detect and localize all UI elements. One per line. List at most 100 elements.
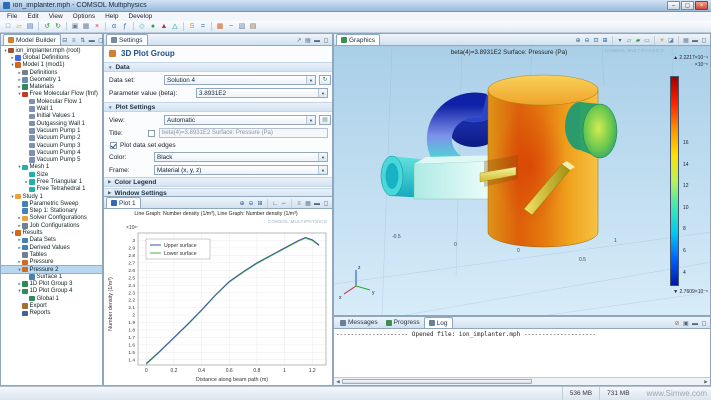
- close-button[interactable]: ×: [695, 1, 708, 10]
- tree-node-vacuum-pump-2[interactable]: Vacuum Pump 2: [1, 135, 102, 142]
- scroll-left-icon[interactable]: ◀: [334, 378, 342, 385]
- tree-node-ion-implanter-mph-root[interactable]: ▾ion_implanter.mph (root): [1, 47, 102, 54]
- tree-node-vacuum-pump-3[interactable]: Vacuum Pump 3: [1, 142, 102, 149]
- panel-maximize-icon[interactable]: ◻: [700, 320, 708, 328]
- undo-icon[interactable]: ↺: [42, 22, 52, 32]
- zoom-out-icon[interactable]: ⊖: [583, 37, 591, 45]
- line-chart[interactable]: 00.20.40.60.811.21.41.51.61.71.81.922.12…: [104, 209, 333, 387]
- show-name-and-tag-icon[interactable]: ≡: [70, 37, 78, 45]
- scrollbar-track[interactable]: [342, 378, 702, 386]
- log-horizontal-scrollbar[interactable]: ◀ ▶: [334, 377, 710, 385]
- section-header-color-legend[interactable]: ▶ Color Legend: [104, 177, 332, 187]
- zoom-in-icon[interactable]: ⊕: [238, 200, 246, 208]
- tree-node-1d-plot-group-3[interactable]: ▸1D Plot Group 3: [1, 281, 102, 288]
- color-select[interactable]: Black ▼: [154, 152, 328, 162]
- title-checkbox[interactable]: [148, 130, 155, 137]
- menu-view[interactable]: View: [44, 13, 68, 20]
- collapse-all-icon[interactable]: ⊟: [61, 37, 69, 45]
- title-field[interactable]: beta(4)=3.8931E2 Surface: Pressure (Pa): [159, 128, 328, 138]
- y-axis-log-icon[interactable]: ⌐: [280, 200, 288, 208]
- tree-node-data-sets[interactable]: ▸Data Sets: [1, 237, 102, 244]
- copy-icon[interactable]: ▣: [70, 22, 80, 32]
- panel-minimize-icon[interactable]: ▬: [313, 200, 321, 208]
- tree-node-parametric-sweep[interactable]: Parametric Sweep: [1, 200, 102, 207]
- parameters-icon[interactable]: α: [109, 22, 119, 32]
- functions-icon[interactable]: ƒ: [120, 22, 130, 32]
- clear-log-icon[interactable]: ⊘: [673, 320, 681, 328]
- panel-minimize-icon[interactable]: ▬: [691, 320, 699, 328]
- snapshot-icon[interactable]: ▦: [304, 200, 312, 208]
- tree-node-free-tetrahedral-1[interactable]: Free Tetrahedral 1: [1, 186, 102, 193]
- tree-node-global-definitions[interactable]: ▸Global Definitions: [1, 54, 102, 61]
- panel-minimize-icon[interactable]: ▬: [691, 37, 699, 45]
- tree-node-outgassing-wall-1[interactable]: Outgassing Wall 1: [1, 120, 102, 127]
- tree-node-vacuum-pump-5[interactable]: Vacuum Pump 5: [1, 156, 102, 163]
- tree-node-1d-plot-group-4[interactable]: ▾1D Plot Group 4: [1, 288, 102, 295]
- tree-node-export[interactable]: Export: [1, 302, 102, 309]
- tree-node-step-1-stationary[interactable]: Step 1: Stationary: [1, 208, 102, 215]
- menu-edit[interactable]: Edit: [22, 13, 43, 20]
- compute-icon[interactable]: =: [198, 22, 208, 32]
- section-header-data[interactable]: ▼ Data: [104, 62, 332, 72]
- legend-toggle-icon[interactable]: ≡: [295, 200, 303, 208]
- go-to-xy-view-icon[interactable]: ▱: [625, 37, 633, 45]
- plot-area[interactable]: Line Graph: Number density (1/m³), Line …: [104, 209, 332, 385]
- tree-node-study-1[interactable]: ▾Study 1: [1, 193, 102, 200]
- param-value-select[interactable]: 3.8931E2 ▼: [196, 88, 328, 98]
- tree-node-global-1[interactable]: Global 1: [1, 295, 102, 302]
- save-icon[interactable]: ▤: [25, 22, 35, 32]
- graphics-view[interactable]: z x y beta(4)=3.8931E2 Surface: Pressure…: [334, 46, 710, 315]
- go-to-yz-view-icon[interactable]: ▰: [634, 37, 642, 45]
- redo-icon[interactable]: ↻: [53, 22, 63, 32]
- scrollbar-thumb[interactable]: [342, 379, 532, 384]
- go-to-default-view-icon[interactable]: ▾: [616, 37, 624, 45]
- frame-select[interactable]: Material (x, y, z) ▼: [154, 165, 328, 175]
- tree-node-tables[interactable]: Tables: [1, 251, 102, 258]
- view-select[interactable]: Automatic ▼: [164, 115, 316, 125]
- tree-node-pressure-2[interactable]: ▾Pressure 2: [1, 266, 102, 273]
- section-header-plot-settings[interactable]: ▼ Plot Settings: [104, 102, 332, 112]
- panel-minimize-icon[interactable]: ▬: [313, 37, 321, 45]
- tree-node-size[interactable]: Size: [1, 171, 102, 178]
- go-to-zx-view-icon[interactable]: ▭: [643, 37, 651, 45]
- study-icon[interactable]: S: [187, 22, 197, 32]
- x-axis-log-icon[interactable]: ∟: [271, 200, 279, 208]
- tree-node-geometry-1[interactable]: ▸Geometry 1: [1, 76, 102, 83]
- tree-node-wall-1[interactable]: Wall 1: [1, 105, 102, 112]
- dataset-select[interactable]: Solution 4 ▼: [164, 75, 316, 85]
- delete-icon[interactable]: ×: [92, 22, 102, 32]
- tab-model-builder[interactable]: Model Builder: [3, 34, 61, 45]
- tree-node-derived-values[interactable]: ▸Derived Values: [1, 244, 102, 251]
- help-icon[interactable]: ▤: [304, 37, 312, 45]
- titlebar[interactable]: ion_implanter.mph - COMSOL Multiphysics …: [0, 0, 711, 12]
- tab-messages[interactable]: Messages: [336, 317, 382, 328]
- results-icon[interactable]: ▦: [215, 22, 225, 32]
- tree-node-reports[interactable]: Reports: [1, 310, 102, 317]
- tree-node-initial-values-1[interactable]: Initial Values 1: [1, 113, 102, 120]
- zoom-box-icon[interactable]: ⊡: [592, 37, 600, 45]
- panel-maximize-icon[interactable]: ◻: [322, 200, 330, 208]
- tree-node-model-1-mod1[interactable]: ▾Model 1 (mod1): [1, 62, 102, 69]
- snapshot-icon[interactable]: ▦: [682, 37, 690, 45]
- panel-minimize-icon[interactable]: ▬: [88, 37, 96, 45]
- panel-maximize-icon[interactable]: ◻: [700, 37, 708, 45]
- menu-options[interactable]: Options: [68, 13, 100, 20]
- tree-node-free-molecular-flow-fmf[interactable]: ▾Free Molecular Flow (fmf): [1, 91, 102, 98]
- tree-node-materials[interactable]: ▸Materials: [1, 83, 102, 90]
- tree-node-results[interactable]: ▾Results: [1, 229, 102, 236]
- detach-settings-icon[interactable]: ↗: [295, 37, 303, 45]
- zoom-out-icon[interactable]: ⊖: [247, 200, 255, 208]
- tree-node-mesh-1[interactable]: ▾Mesh 1: [1, 164, 102, 171]
- menu-help[interactable]: Help: [100, 13, 123, 20]
- menu-develop[interactable]: Develop: [123, 13, 157, 20]
- mesh-icon[interactable]: △: [170, 22, 180, 32]
- transparency-icon[interactable]: ◪: [667, 37, 675, 45]
- physics-icon[interactable]: ▲: [159, 22, 169, 32]
- float-window-icon[interactable]: ▣: [682, 320, 690, 328]
- tab-log[interactable]: Log: [424, 317, 453, 328]
- tree-node-vacuum-pump-4[interactable]: Vacuum Pump 4: [1, 149, 102, 156]
- zoom-extents-icon[interactable]: ⊞: [601, 37, 609, 45]
- refresh-solution-button[interactable]: ↻: [319, 75, 331, 85]
- tab-plot-1[interactable]: Plot 1: [106, 197, 141, 208]
- tab-progress[interactable]: Progress: [382, 317, 424, 328]
